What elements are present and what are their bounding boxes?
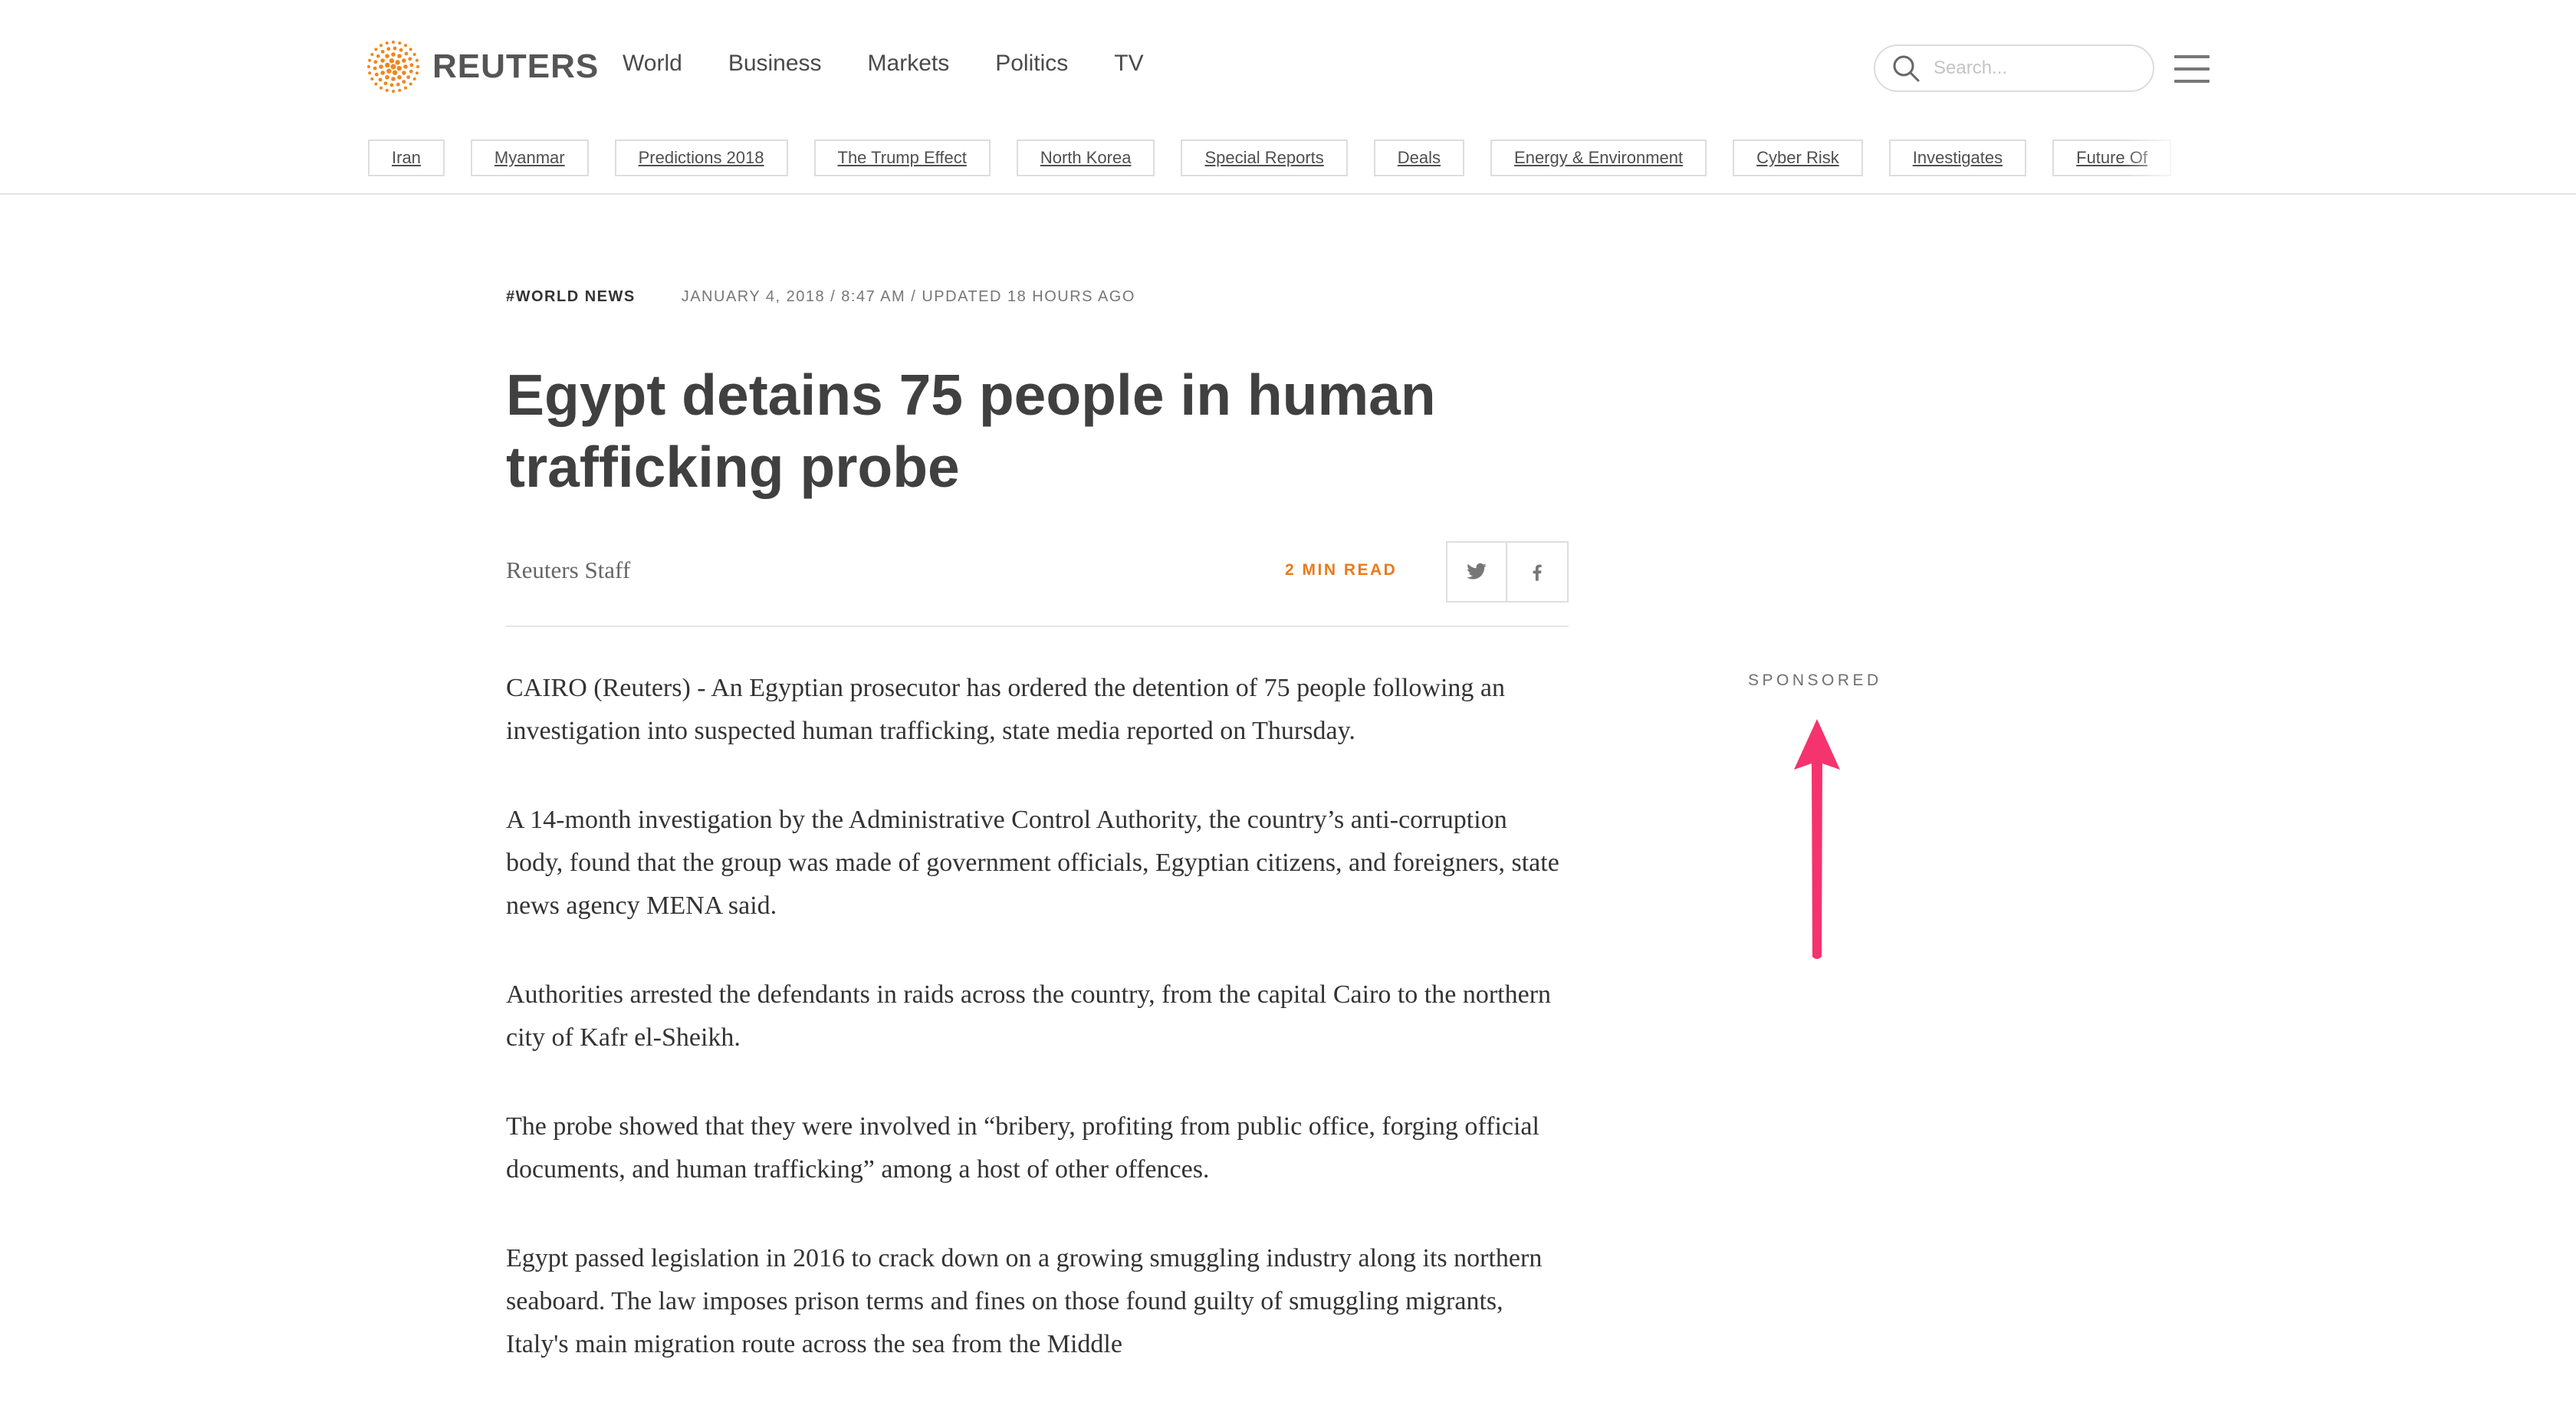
site-header: REUTERS World Business Markets Politics … — [0, 0, 2576, 195]
nav-politics[interactable]: Politics — [995, 51, 1068, 77]
topics-fade — [2122, 140, 2206, 176]
topic-north-korea[interactable]: North Korea — [1016, 140, 1155, 176]
topic-predictions-2018[interactable]: Predictions 2018 — [614, 140, 788, 176]
facebook-icon — [1533, 564, 1542, 581]
reuters-logo[interactable]: REUTERS — [366, 40, 599, 94]
nav-markets[interactable]: Markets — [868, 51, 950, 77]
nav-world[interactable]: World — [623, 51, 682, 77]
nav-business[interactable]: Business — [728, 51, 822, 77]
topic-special-reports[interactable]: Special Reports — [1181, 140, 1348, 176]
twitter-share-button[interactable] — [1446, 541, 1507, 603]
paragraph: CAIRO (Reuters) - An Egyptian prosecutor… — [506, 674, 1506, 745]
share-buttons — [1446, 541, 1569, 603]
sponsored-label: SPONSORED — [1748, 672, 1882, 689]
article-headline: Egypt detains 75 people in human traffic… — [506, 363, 1436, 499]
search-input[interactable] — [1932, 57, 2124, 80]
brand-name: REUTERS — [432, 48, 600, 85]
paragraph: The probe showed that they were involved… — [506, 1112, 1539, 1184]
topic-iran[interactable]: Iran — [368, 140, 445, 176]
topic-energy-environment[interactable]: Energy & Environment — [1490, 140, 1707, 176]
topic-myanmar[interactable]: Myanmar — [470, 140, 589, 176]
read-time: 2 MIN READ — [1285, 561, 1398, 579]
topic-investigates[interactable]: Investigates — [1888, 140, 2027, 176]
hamburger-menu-icon[interactable] — [2174, 55, 2210, 83]
reuters-logo-icon — [367, 41, 419, 93]
byline-divider — [506, 626, 1569, 627]
author: Reuters Staff — [506, 557, 631, 583]
facebook-share-button[interactable] — [1507, 541, 1569, 603]
topic-cyber-risk[interactable]: Cyber Risk — [1733, 140, 1863, 176]
byline-row: Reuters Staff 2 MIN READ — [506, 541, 1569, 603]
article: #WORLD NEWS JANUARY 4, 2018 / 8:47 AM / … — [506, 276, 1569, 1358]
nav-tv[interactable]: TV — [1114, 51, 1143, 77]
twitter-icon — [1467, 563, 1487, 580]
section-link[interactable]: #WORLD NEWS — [506, 288, 636, 306]
paragraph: A 14-month investigation by the Administ… — [506, 806, 1559, 920]
article-meta: #WORLD NEWS JANUARY 4, 2018 / 8:47 AM / … — [506, 276, 1569, 317]
search-box[interactable] — [1874, 44, 2154, 92]
main-nav: World Business Markets Politics TV — [623, 51, 1144, 77]
dateline: JANUARY 4, 2018 / 8:47 AM / UPDATED 18 H… — [681, 287, 1135, 305]
topic-deals[interactable]: Deals — [1373, 140, 1465, 176]
search-icon — [1893, 55, 1920, 82]
topic-the-trump-effect[interactable]: The Trump Effect — [813, 140, 991, 176]
annotation-arrow-icon — [1794, 719, 1840, 959]
paragraph: Authorities arrested the defendants in r… — [506, 980, 1552, 1052]
topics-bar: Iran Myanmar Predictions 2018 The Trump … — [368, 140, 2206, 176]
article-body: CAIRO (Reuters) - An Egyptian prosecutor… — [506, 667, 1569, 1412]
paragraph: Egypt passed legislation in 2016 to crac… — [506, 1244, 1543, 1358]
